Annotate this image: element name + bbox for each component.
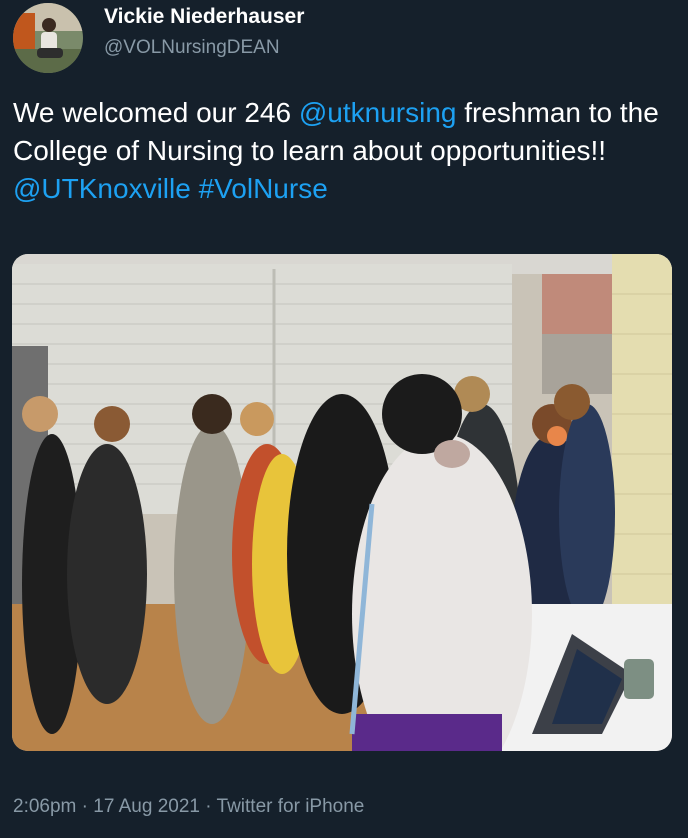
- avatar-photo: [13, 3, 83, 73]
- tweet-time[interactable]: 2:06pm: [13, 796, 76, 817]
- tweet-media-photo[interactable]: [12, 254, 672, 751]
- mention-utknursing-link[interactable]: @utknursing: [299, 97, 457, 128]
- meta-separator: ·: [199, 796, 217, 817]
- tweet-text-segment: [191, 173, 199, 204]
- tweet-meta: 2:06pm · 17 Aug 2021 · Twitter for iPhon…: [13, 796, 364, 818]
- tweet-text: We welcomed our 246 @utknursing freshman…: [13, 94, 675, 208]
- tweet-text-segment: We welcomed our 246: [13, 97, 299, 128]
- tweet-source[interactable]: Twitter for iPhone: [217, 796, 365, 817]
- author-display-name[interactable]: Vickie Niederhauser: [104, 5, 304, 29]
- mention-utknoxville-link[interactable]: @UTKnoxville: [13, 173, 191, 204]
- meta-separator: ·: [76, 796, 94, 817]
- author-handle[interactable]: @VOLNursingDEAN: [104, 37, 280, 59]
- hashtag-volnurse-link[interactable]: #VolNurse: [199, 173, 328, 204]
- avatar[interactable]: [13, 3, 83, 73]
- tweet-date[interactable]: 17 Aug 2021: [93, 796, 200, 817]
